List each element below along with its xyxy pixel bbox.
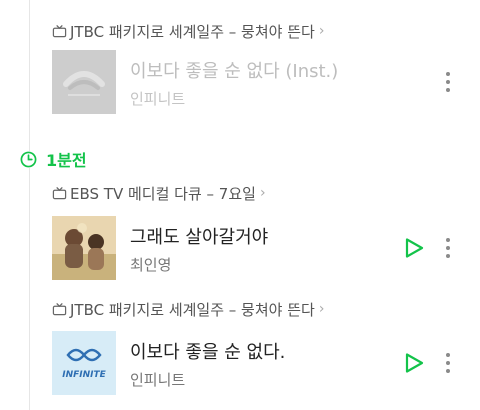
more-options-button[interactable] <box>438 347 458 379</box>
track-artist: 최인영 <box>130 256 172 274</box>
chevron-right-icon: › <box>259 185 266 201</box>
track-title: 그래도 살아갈거야 <box>130 227 269 248</box>
clock-icon <box>20 150 37 168</box>
track-item[interactable]: 이보다 좋을 순 없다 (Inst.) 인피니트 <box>52 50 472 114</box>
program-label: JTBC 패키지로 세계일주 – 뭉쳐야 뜬다 <box>70 22 315 41</box>
time-label: 1분전 <box>46 151 87 170</box>
time-marker: 1분전 <box>20 147 87 171</box>
album-photo <box>52 216 116 280</box>
track-item[interactable]: INFINITE 이보다 좋을 순 없다. 인피니트 <box>52 331 472 395</box>
program-label: JTBC 패키지로 세계일주 – 뭉쳐야 뜬다 <box>70 300 315 319</box>
album-logo-placeholder <box>52 50 116 114</box>
album-text: INFINITE <box>62 370 106 380</box>
chevron-right-icon: › <box>318 301 325 317</box>
tv-icon <box>52 302 67 315</box>
program-label: EBS TV 메디컬 다큐 – 7요일 <box>70 184 256 203</box>
tv-icon <box>52 186 67 199</box>
play-icon[interactable] <box>402 236 426 260</box>
track-item[interactable]: 그래도 살아갈거야 최인영 <box>52 216 472 280</box>
more-options-button[interactable] <box>438 232 458 264</box>
timeline-line <box>29 0 30 410</box>
track-title: 이보다 좋을 순 없다 (Inst.) <box>130 61 339 82</box>
program-link-ebs[interactable]: EBS TV 메디컬 다큐 – 7요일 › <box>52 182 266 204</box>
more-vert-icon <box>446 238 450 242</box>
album-logo: INFINITE <box>52 331 116 395</box>
program-link-jtbc[interactable]: JTBC 패키지로 세계일주 – 뭉쳐야 뜬다 › <box>52 20 324 42</box>
program-link-jtbc[interactable]: JTBC 패키지로 세계일주 – 뭉쳐야 뜬다 › <box>52 298 324 320</box>
track-artist: 인피니트 <box>130 90 186 108</box>
track-title: 이보다 좋을 순 없다. <box>130 342 286 363</box>
chevron-right-icon: › <box>318 23 325 39</box>
album-art: INFINITE <box>52 331 116 395</box>
more-options-button[interactable] <box>438 66 458 98</box>
album-art <box>52 216 116 280</box>
tv-icon <box>52 24 67 37</box>
play-icon[interactable] <box>402 351 426 375</box>
track-artist: 인피니트 <box>130 371 186 389</box>
more-vert-icon <box>446 72 450 76</box>
album-art <box>52 50 116 114</box>
more-vert-icon <box>446 353 450 357</box>
